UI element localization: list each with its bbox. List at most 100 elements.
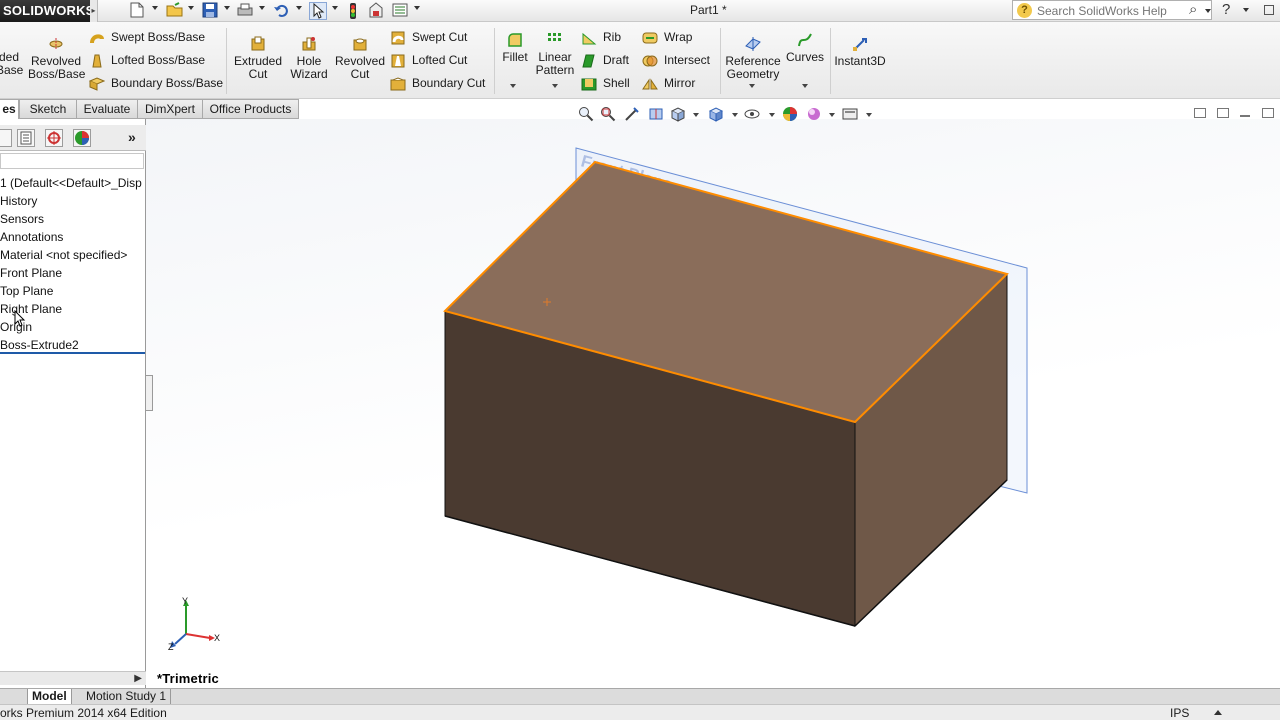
- tab-office-products[interactable]: Office Products: [203, 99, 299, 119]
- maximize-viewport-icon[interactable]: [1262, 108, 1274, 118]
- lofted-boss-button[interactable]: Lofted Boss/Base: [89, 51, 205, 71]
- hide-show-dropdown-icon[interactable]: [769, 113, 775, 117]
- fillet-dropdown-icon[interactable]: [510, 84, 516, 88]
- apply-scene-icon[interactable]: [806, 106, 822, 122]
- help-search-box[interactable]: ? ⌕: [1012, 0, 1212, 20]
- intersect-button[interactable]: Intersect: [642, 51, 710, 71]
- options-dropdown-icon[interactable]: [414, 6, 420, 10]
- property-manager-tab-icon[interactable]: [17, 129, 35, 147]
- window-restore-icon[interactable]: [1264, 5, 1274, 15]
- select-dropdown-icon[interactable]: [332, 6, 338, 10]
- wrap-button[interactable]: Wrap: [642, 28, 692, 48]
- solidworks-logo[interactable]: SOLIDWORKS: [0, 0, 94, 22]
- revolved-boss-button[interactable]: Revolved Boss/Base: [28, 36, 85, 81]
- search-input[interactable]: [1037, 3, 1187, 18]
- document-title: Part1 *: [690, 3, 727, 17]
- reference-geometry-button[interactable]: Reference Geometry: [724, 36, 782, 81]
- revolved-cut-button[interactable]: Revolved Cut: [335, 36, 385, 81]
- select-pointer-icon[interactable]: [309, 2, 327, 20]
- swept-cut-button[interactable]: Swept Cut: [390, 28, 467, 48]
- display-style-dropdown-icon[interactable]: [732, 113, 738, 117]
- feature-tree-tab-icon[interactable]: [0, 129, 12, 147]
- new-dropdown-icon[interactable]: [152, 6, 158, 10]
- menu-expand-arrow-icon[interactable]: ▸: [90, 0, 98, 22]
- instant3d-button[interactable]: Instant3D: [834, 36, 886, 68]
- tab-dimxpert[interactable]: DimXpert: [138, 99, 203, 119]
- panel-collapse-handle[interactable]: [145, 375, 153, 411]
- undo-icon[interactable]: [273, 2, 289, 20]
- extruded-cut-button[interactable]: Extruded Cut: [233, 36, 283, 81]
- scroll-right-icon[interactable]: ▶: [134, 673, 142, 684]
- tab-scroll-buttons[interactable]: [0, 689, 28, 704]
- minimize-viewport-icon[interactable]: [1240, 115, 1250, 117]
- view-orientation-dropdown-icon[interactable]: [693, 113, 699, 117]
- tree-item-sensors[interactable]: Sensors: [0, 210, 146, 228]
- swept-boss-button[interactable]: Swept Boss/Base: [89, 28, 205, 48]
- tab-sketch[interactable]: Sketch: [19, 99, 77, 119]
- view-settings-icon[interactable]: [842, 106, 858, 122]
- display-manager-tab-icon[interactable]: [73, 129, 91, 147]
- zoom-to-area-icon[interactable]: [600, 106, 616, 122]
- linear-pattern-dropdown-icon[interactable]: [552, 84, 558, 88]
- tree-item-history[interactable]: History: [0, 192, 146, 210]
- hole-wizard-button[interactable]: Hole Wizard: [287, 36, 331, 81]
- print-icon[interactable]: [237, 2, 253, 20]
- tab-evaluate[interactable]: Evaluate: [77, 99, 138, 119]
- view-orientation-icon[interactable]: [670, 106, 686, 122]
- curves-dropdown-icon[interactable]: [802, 84, 808, 88]
- horizontal-scrollbar[interactable]: ▶: [0, 671, 146, 685]
- units-menu-icon[interactable]: [1214, 710, 1222, 715]
- boundary-boss-button[interactable]: Boundary Boss/Base: [88, 74, 223, 94]
- hide-show-items-icon[interactable]: [744, 106, 760, 122]
- rib-button[interactable]: Rib: [581, 28, 621, 48]
- zoom-to-fit-icon[interactable]: [578, 106, 594, 122]
- section-view-icon[interactable]: [648, 106, 664, 122]
- linear-pattern-button[interactable]: Linear Pattern: [534, 32, 576, 77]
- new-document-icon[interactable]: [130, 2, 144, 20]
- tile-vertical-icon[interactable]: [1194, 108, 1206, 118]
- model-viewport[interactable]: Front Plane Y X Z: [146, 119, 1280, 689]
- tab-motion-study[interactable]: Motion Study 1: [82, 689, 172, 704]
- reference-geometry-dropdown-icon[interactable]: [749, 84, 755, 88]
- search-dropdown-icon[interactable]: [1205, 9, 1211, 13]
- feature-tree-filter[interactable]: [0, 153, 144, 169]
- tree-item-front-plane[interactable]: Front Plane: [0, 264, 146, 282]
- search-icon[interactable]: ⌕: [1189, 1, 1197, 18]
- open-dropdown-icon[interactable]: [188, 6, 194, 10]
- curves-button[interactable]: Curves: [786, 32, 824, 64]
- extruded-boss-button[interactable]: ded Base: [0, 32, 23, 77]
- tree-item-part[interactable]: 1 (Default<<Default>_Disp: [0, 174, 146, 192]
- shell-button[interactable]: Shell: [581, 74, 630, 94]
- expand-panel-icon[interactable]: »: [128, 129, 136, 145]
- view-settings-dropdown-icon[interactable]: [866, 113, 872, 117]
- help-icon[interactable]: ?: [1222, 1, 1230, 18]
- tab-features[interactable]: es: [0, 99, 19, 119]
- boundary-cut-button[interactable]: Boundary Cut: [390, 74, 485, 94]
- tab-model[interactable]: Model: [28, 689, 72, 704]
- tree-item-annotations[interactable]: Annotations: [0, 228, 146, 246]
- configuration-manager-tab-icon[interactable]: [45, 129, 63, 147]
- mirror-button[interactable]: Mirror: [642, 74, 695, 94]
- apply-scene-dropdown-icon[interactable]: [829, 113, 835, 117]
- fillet-button[interactable]: Fillet: [499, 32, 531, 64]
- tree-item-material[interactable]: Material <not specified>: [0, 246, 146, 264]
- save-icon[interactable]: [202, 2, 218, 20]
- file-properties-icon[interactable]: [368, 2, 384, 20]
- units-indicator[interactable]: IPS: [1170, 705, 1189, 720]
- tile-horizontal-icon[interactable]: [1217, 108, 1229, 118]
- display-style-icon[interactable]: [708, 106, 724, 122]
- help-dropdown-icon[interactable]: [1243, 8, 1249, 12]
- print-dropdown-icon[interactable]: [259, 6, 265, 10]
- draft-button[interactable]: Draft: [581, 51, 629, 71]
- rebuild-icon[interactable]: [347, 2, 359, 20]
- rollback-bar[interactable]: [0, 352, 145, 354]
- edit-appearance-icon[interactable]: [782, 106, 798, 122]
- save-dropdown-icon[interactable]: [224, 6, 230, 10]
- graphics-area[interactable]: Front Plane Y X Z: [146, 119, 1280, 689]
- undo-dropdown-icon[interactable]: [296, 6, 302, 10]
- previous-view-icon[interactable]: [624, 106, 640, 122]
- options-icon[interactable]: [392, 2, 408, 20]
- tree-item-top-plane[interactable]: Top Plane: [0, 282, 146, 300]
- lofted-cut-button[interactable]: Lofted Cut: [390, 51, 467, 71]
- open-folder-icon[interactable]: [166, 2, 184, 20]
